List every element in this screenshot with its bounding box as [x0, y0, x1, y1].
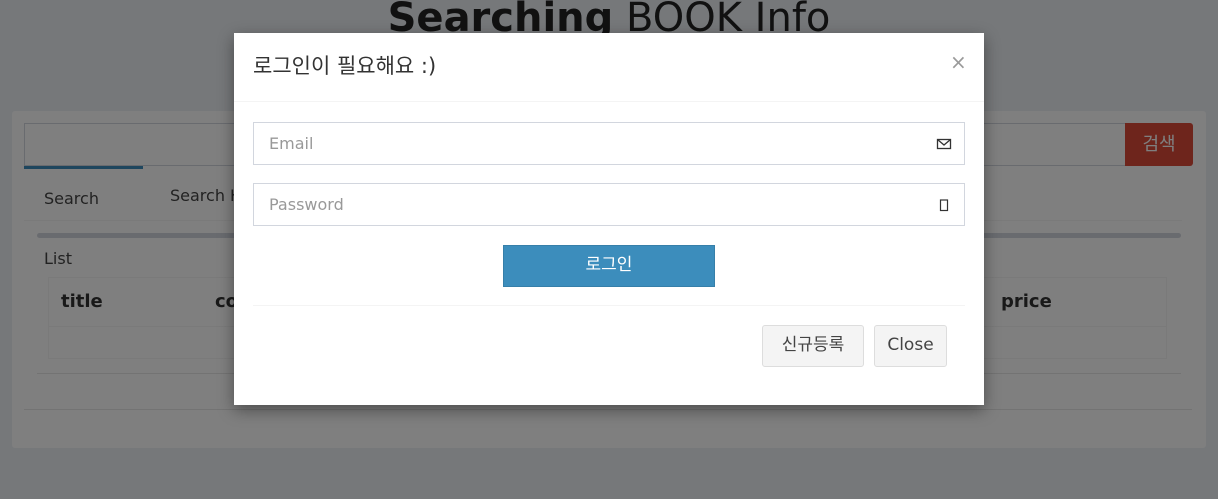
lock-icon [939, 199, 949, 212]
email-input[interactable] [254, 123, 944, 164]
modal-footer-divider [253, 305, 965, 306]
envelope-icon [936, 138, 952, 150]
modal-title: 로그인이 필요해요 :) [253, 54, 437, 78]
close-button[interactable]: Close [874, 325, 947, 367]
modal-header: 로그인이 필요해요 :) × [234, 33, 984, 102]
login-button[interactable]: 로그인 [503, 245, 715, 287]
register-button[interactable]: 신규등록 [762, 325, 864, 367]
password-input[interactable] [254, 184, 944, 225]
login-modal: 로그인이 필요해요 :) × 로그인 신규등록 Close [234, 33, 984, 405]
password-field[interactable] [253, 183, 965, 226]
email-field[interactable] [253, 122, 965, 165]
close-icon[interactable]: × [950, 49, 967, 75]
